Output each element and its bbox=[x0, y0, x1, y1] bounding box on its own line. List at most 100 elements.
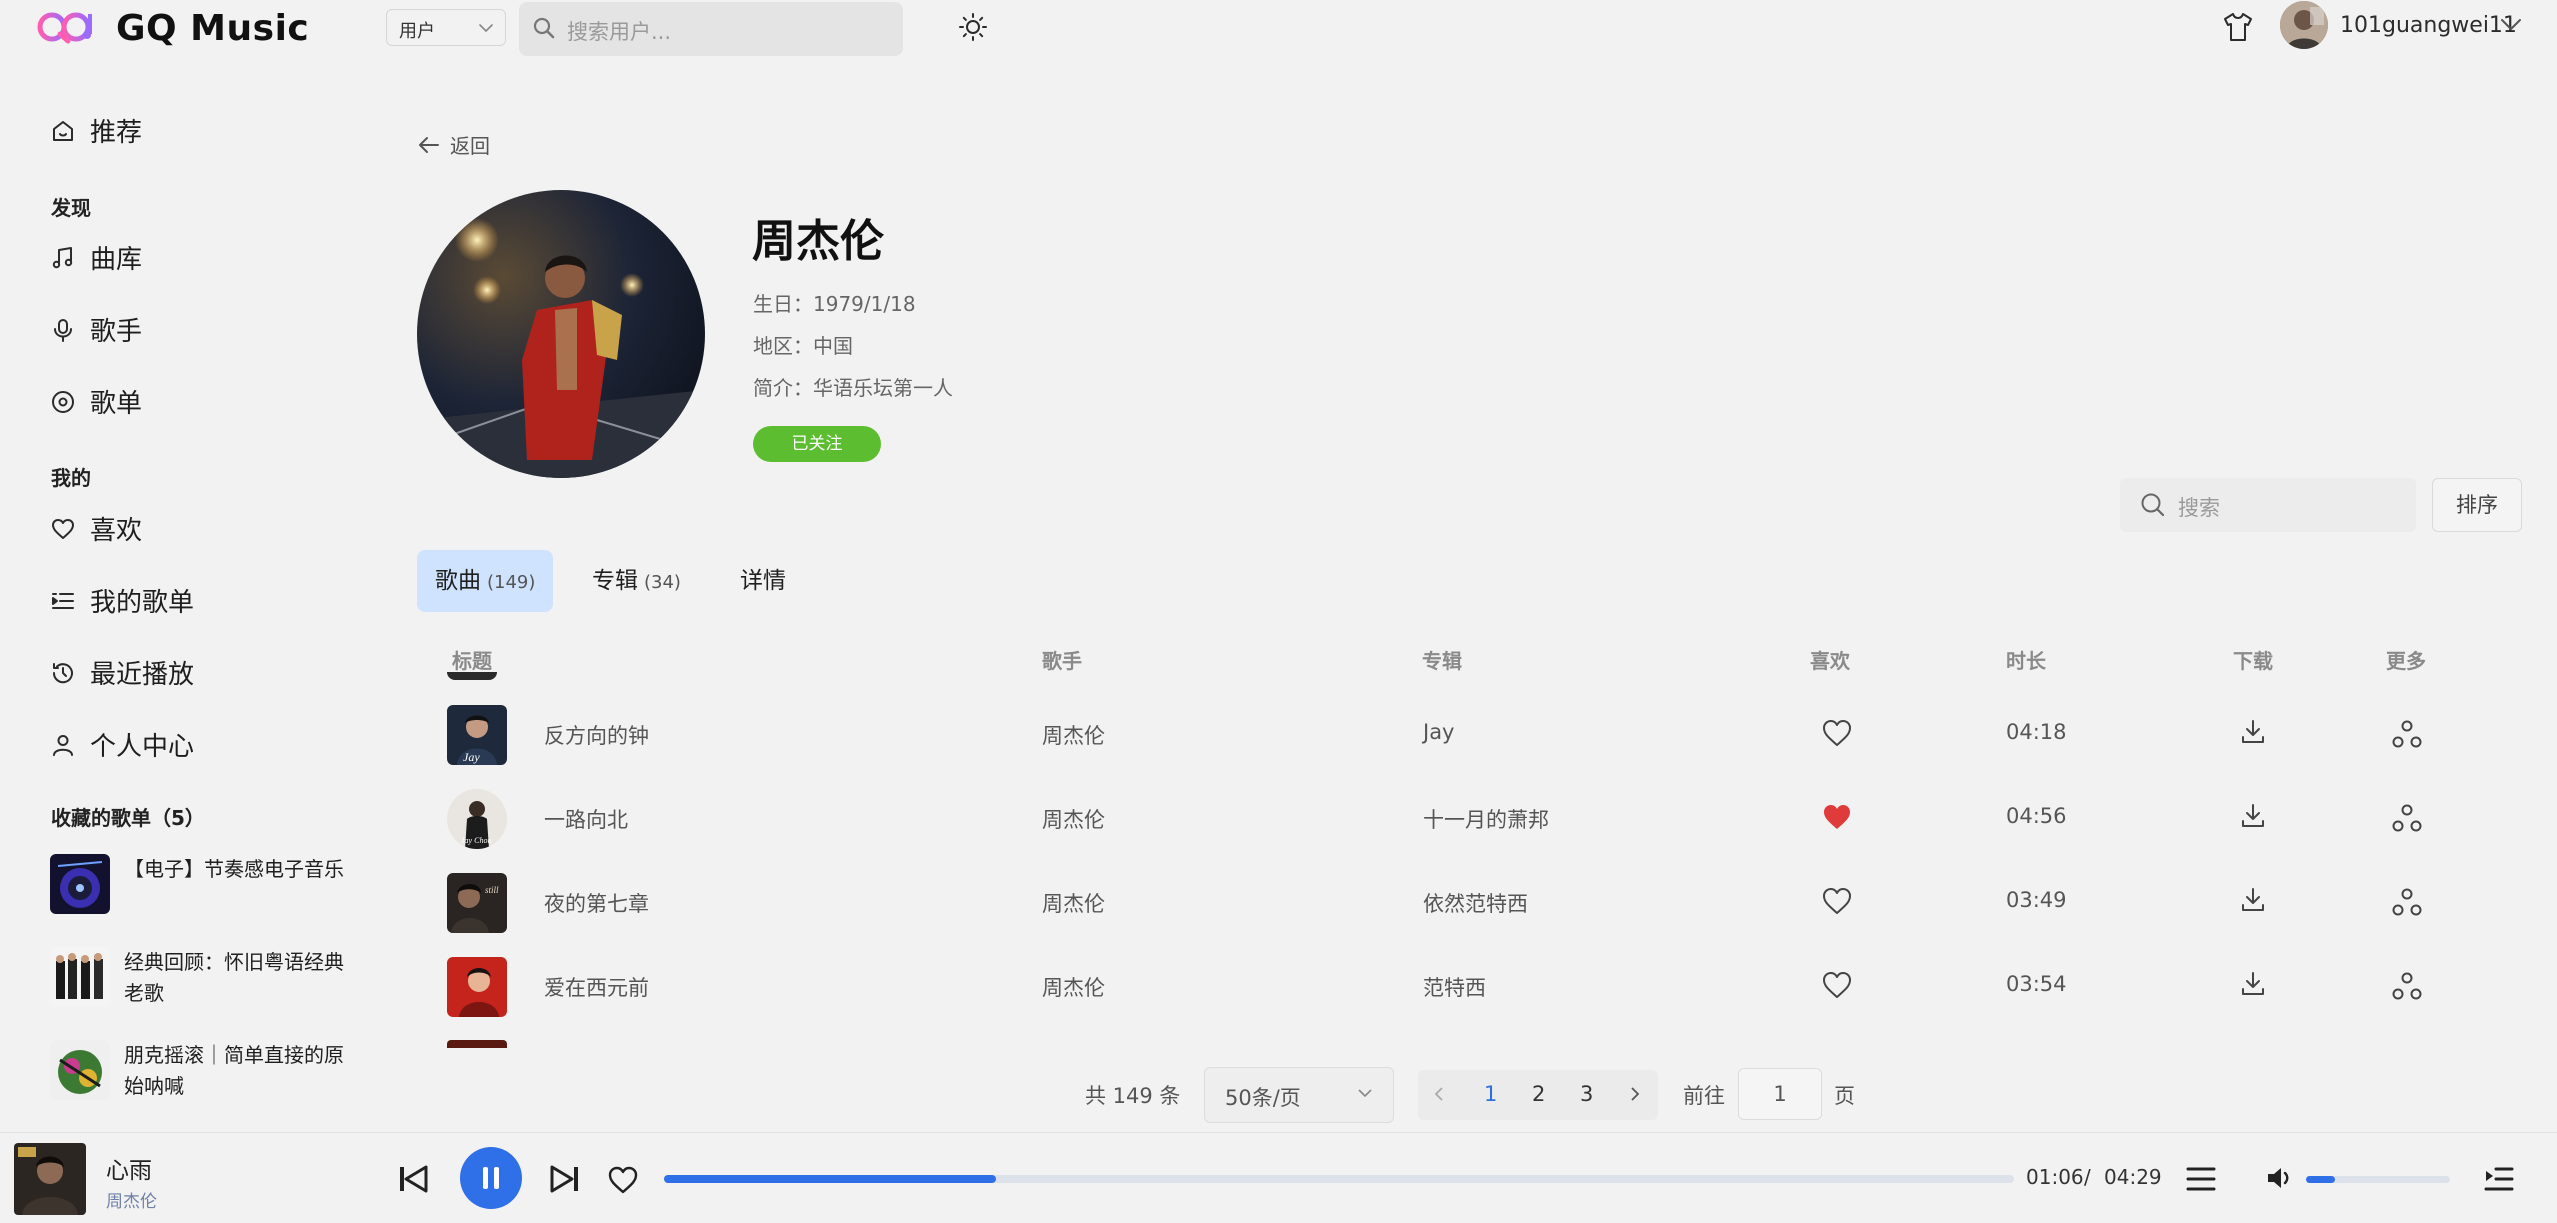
song-title[interactable]: 一路向北 bbox=[544, 804, 628, 834]
sun-icon[interactable] bbox=[958, 12, 988, 42]
page-size-value: 50条/页 bbox=[1225, 1086, 1301, 1110]
username[interactable]: 101guangwei11 bbox=[2340, 13, 2517, 38]
liked-heart-icon[interactable] bbox=[1821, 802, 1853, 832]
song-artist[interactable]: 周杰伦 bbox=[1042, 972, 1105, 1002]
song-cover bbox=[447, 957, 507, 1017]
volume-slider[interactable] bbox=[2306, 1176, 2450, 1183]
playlist-name: 经典回顾：怀旧粤语经典老歌 bbox=[124, 950, 344, 1005]
song-artist[interactable]: 周杰伦 bbox=[1042, 720, 1105, 750]
tab-songs[interactable]: 歌曲 (149) bbox=[417, 550, 554, 612]
pagination-pager: 1 2 3 bbox=[1418, 1070, 1658, 1120]
chevron-down-icon[interactable] bbox=[2500, 18, 2522, 32]
sidebar-item-label: 最近播放 bbox=[90, 660, 195, 690]
song-cover: still bbox=[447, 873, 507, 933]
pause-button[interactable] bbox=[460, 1147, 522, 1209]
back-button[interactable]: 返回 bbox=[418, 130, 490, 159]
song-album[interactable]: 十一月的萧邦 bbox=[1423, 804, 1549, 834]
user-search-input[interactable]: 搜索用户... bbox=[519, 2, 903, 56]
sidebar-item-singers[interactable]: 歌手 bbox=[50, 311, 142, 348]
back-label: 返回 bbox=[450, 134, 490, 158]
total-time: 04:29 bbox=[2104, 1165, 2162, 1189]
playlist-cover bbox=[50, 1040, 110, 1100]
sidebar-item-label: 个人中心 bbox=[90, 732, 195, 762]
download-icon[interactable] bbox=[2239, 970, 2267, 998]
song-search-input[interactable]: 搜索 bbox=[2120, 478, 2416, 532]
progress-slider[interactable] bbox=[664, 1175, 2014, 1183]
playlist-icon[interactable] bbox=[2186, 1165, 2216, 1193]
column-header-more: 更多 bbox=[2386, 649, 2426, 673]
logo-icon[interactable] bbox=[36, 6, 102, 48]
heart-icon[interactable] bbox=[607, 1165, 639, 1195]
download-icon[interactable] bbox=[2239, 718, 2267, 746]
collected-playlist-item[interactable]: 朋克摇滚｜简单直接的原始呐喊 bbox=[50, 1040, 350, 1104]
now-playing-artist[interactable]: 周杰伦 bbox=[106, 1187, 157, 1212]
next-page-icon[interactable] bbox=[1630, 1086, 1640, 1102]
sidebar-item-recent[interactable]: 最近播放 bbox=[50, 654, 194, 691]
playlist-name: 【电子】节奏感电子音乐 bbox=[124, 857, 344, 881]
next-icon[interactable] bbox=[550, 1165, 580, 1193]
download-icon[interactable] bbox=[2239, 886, 2267, 914]
sidebar-item-label: 歌单 bbox=[90, 389, 143, 419]
sidebar-item-label: 喜欢 bbox=[90, 516, 143, 546]
artist-birthday: 生日：1979/1/18 bbox=[753, 292, 916, 316]
sidebar-item-recommend[interactable]: 推荐 bbox=[50, 112, 142, 149]
sidebar-item-likes[interactable]: 喜欢 bbox=[50, 510, 142, 547]
prev-page-icon[interactable] bbox=[1434, 1086, 1444, 1102]
sidebar-item-playlists[interactable]: 歌单 bbox=[50, 383, 142, 420]
history-icon bbox=[50, 660, 76, 686]
player-bar: 心雨 周杰伦 01:06 / 04:29 bbox=[0, 1132, 2557, 1223]
search-icon bbox=[2140, 492, 2166, 518]
page-number[interactable]: 3 bbox=[1580, 1082, 1593, 1106]
heart-icon bbox=[50, 516, 76, 542]
table-row[interactable]: Jay Chou 一路向北 周杰伦 十一月的萧邦 04:56 bbox=[417, 777, 2547, 861]
share-icon[interactable] bbox=[2391, 718, 2423, 750]
user-icon bbox=[50, 732, 76, 758]
collected-playlist-item[interactable]: 【电子】节奏感电子音乐 bbox=[50, 854, 350, 918]
page-size-select[interactable]: 50条/页 bbox=[1204, 1067, 1394, 1123]
share-icon[interactable] bbox=[2391, 886, 2423, 918]
now-playing-title[interactable]: 心雨 bbox=[106, 1151, 152, 1185]
song-artist[interactable]: 周杰伦 bbox=[1042, 888, 1105, 918]
song-album[interactable]: 范特西 bbox=[1423, 972, 1486, 1002]
tab-albums[interactable]: 专辑 (34) bbox=[574, 550, 699, 612]
queue-icon[interactable] bbox=[2484, 1165, 2514, 1193]
song-album[interactable]: 依然范特西 bbox=[1423, 888, 1528, 918]
column-header-like: 喜欢 bbox=[1810, 649, 1850, 673]
like-heart-icon[interactable] bbox=[1821, 886, 1853, 916]
shirt-icon[interactable] bbox=[2221, 10, 2255, 44]
download-icon[interactable] bbox=[2239, 802, 2267, 830]
follow-button[interactable]: 已关注 bbox=[753, 426, 881, 462]
sidebar-item-library[interactable]: 曲库 bbox=[50, 239, 142, 276]
share-icon[interactable] bbox=[2391, 970, 2423, 1002]
now-playing-cover[interactable] bbox=[14, 1143, 86, 1215]
table-row[interactable]: 爱在西元前 周杰伦 范特西 03:54 bbox=[417, 945, 2547, 1029]
column-header-title: 标题 bbox=[452, 649, 492, 673]
goto-page-input[interactable]: 1 bbox=[1738, 1068, 1822, 1120]
song-artist[interactable]: 周杰伦 bbox=[1042, 804, 1105, 834]
avatar[interactable] bbox=[2280, 1, 2328, 49]
artist-region: 地区：中国 bbox=[753, 334, 853, 358]
artist-name: 周杰伦 bbox=[752, 216, 884, 267]
page-number[interactable]: 1 bbox=[1484, 1082, 1497, 1106]
table-row[interactable]: Jay 反方向的钟 周杰伦 Jay 04:18 bbox=[417, 693, 2547, 777]
song-title[interactable]: 爱在西元前 bbox=[544, 972, 649, 1002]
page-number[interactable]: 2 bbox=[1532, 1082, 1545, 1106]
sort-button[interactable]: 排序 bbox=[2432, 478, 2522, 532]
prev-icon[interactable] bbox=[398, 1165, 428, 1193]
tab-details[interactable]: 详情 bbox=[722, 550, 804, 612]
song-title[interactable]: 夜的第七章 bbox=[544, 888, 649, 918]
song-album[interactable]: Jay bbox=[1423, 720, 1455, 744]
search-type-select[interactable]: 用户 bbox=[386, 9, 506, 46]
like-heart-icon[interactable] bbox=[1821, 718, 1853, 748]
collected-playlist-item[interactable]: 经典回顾：怀旧粤语经典老歌 bbox=[50, 947, 350, 1011]
chevron-down-icon bbox=[479, 23, 493, 33]
column-header-album: 专辑 bbox=[1422, 649, 1462, 673]
like-heart-icon[interactable] bbox=[1821, 970, 1853, 1000]
song-title[interactable]: 反方向的钟 bbox=[544, 720, 649, 750]
top-header: GQ Music 用户 搜索用户... 101guangwei11 bbox=[0, 0, 2557, 58]
sidebar-item-profile[interactable]: 个人中心 bbox=[50, 726, 194, 763]
share-icon[interactable] bbox=[2391, 802, 2423, 834]
sidebar-item-my-playlists[interactable]: 我的歌单 bbox=[50, 582, 194, 619]
volume-icon[interactable] bbox=[2266, 1165, 2294, 1191]
table-row[interactable]: still 夜的第七章 周杰伦 依然范特西 03:49 bbox=[417, 861, 2547, 945]
